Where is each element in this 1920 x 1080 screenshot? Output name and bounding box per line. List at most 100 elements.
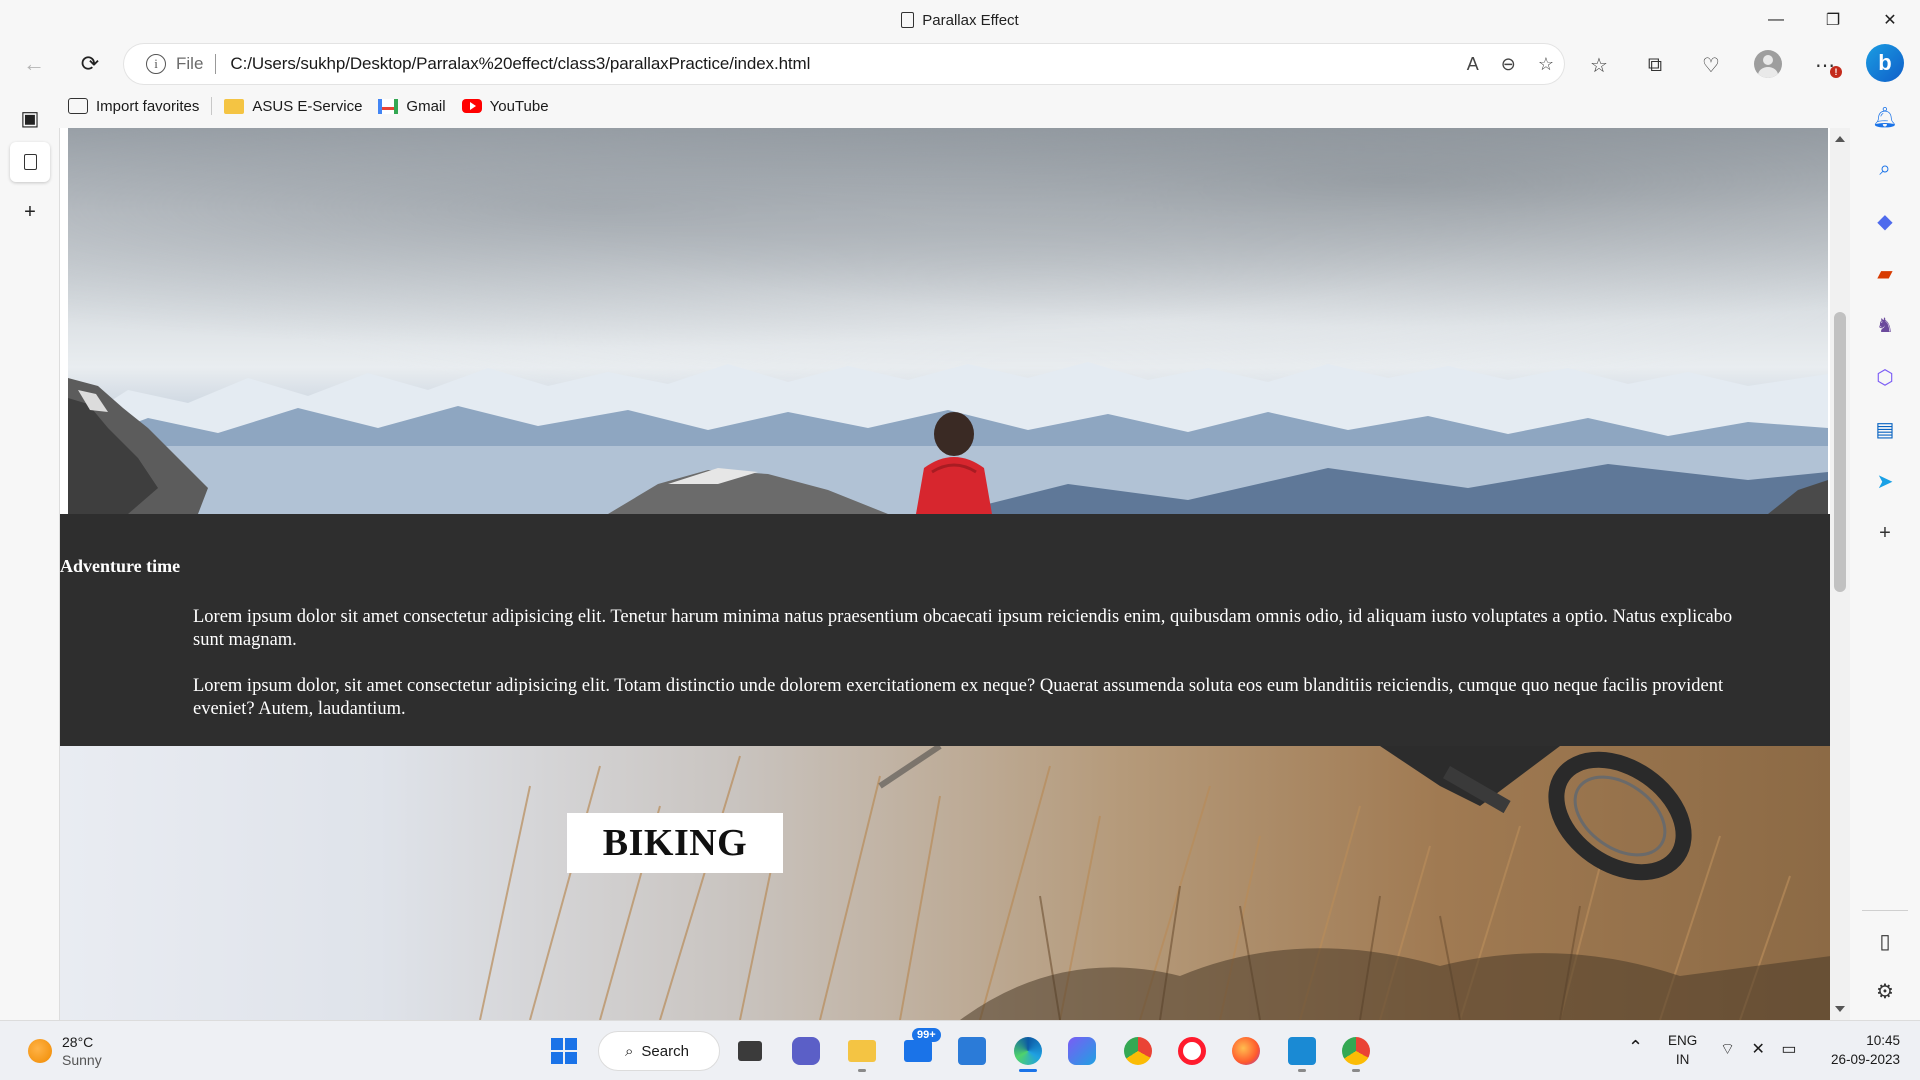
mountain-hero-image (68, 128, 1828, 514)
favorite-label: ASUS E-Service (252, 97, 363, 115)
navigation-bar: ← ⟳ i File C:/Users/sukhp/Desktop/Parral… (0, 40, 1920, 88)
adventure-section: Adventure time Lorem ipsum dolor sit ame… (60, 514, 1831, 746)
language-region: IN (1675, 1052, 1690, 1067)
title-bar: Parallax Effect — ❐ ✕ (0, 0, 1920, 40)
running-indicator (1352, 1069, 1360, 1072)
tab-parallax-effect[interactable] (10, 142, 50, 182)
new-tab-icon[interactable]: + (10, 192, 50, 232)
clock-time: 10:45 (1866, 1033, 1900, 1048)
url-text[interactable]: C:/Users/sukhp/Desktop/Parralax%20effect… (230, 54, 810, 74)
profile-avatar[interactable] (1754, 50, 1782, 78)
favorite-asus[interactable]: ASUS E-Service (216, 92, 370, 120)
language-code: ENG (1668, 1033, 1698, 1048)
gmail-icon (378, 98, 399, 114)
network-volume-battery-icons[interactable]: ⌔ ✕ ▭ (1720, 1039, 1802, 1059)
biking-hero-image: BIKING (60, 746, 1831, 1020)
taskbar-search[interactable]: ⌕ Search (598, 1031, 720, 1071)
sun-icon (28, 1039, 52, 1063)
microsoft-365-icon[interactable]: ⬡ (1870, 362, 1900, 392)
folder-icon (224, 98, 245, 114)
show-hidden-icons-chevron-icon[interactable]: ⌃ (1628, 1037, 1643, 1058)
favorites-bar: Import favorites ASUS E-Service Gmail Yo… (60, 92, 557, 120)
favorite-import[interactable]: Import favorites (60, 92, 207, 120)
sidebar-divider (1862, 910, 1908, 911)
task-view-icon[interactable] (730, 1031, 770, 1071)
address-bar[interactable]: i File C:/Users/sukhp/Desktop/Parralax%2… (124, 44, 1564, 84)
file-scheme-label: File (176, 54, 204, 73)
copilot-taskbar-icon[interactable] (1062, 1031, 1102, 1071)
chrome-icon[interactable] (1118, 1031, 1158, 1071)
microsoft-store-icon[interactable] (952, 1031, 992, 1071)
window-title-text: Parallax Effect (922, 11, 1019, 29)
chrome-profile-icon[interactable] (1336, 1031, 1376, 1071)
weather-temp: 28°C (62, 1034, 94, 1050)
windows-taskbar: 28°C Sunny ⌕ Search ⌃ ⌔ ✕ ▭ (0, 1020, 1920, 1080)
favorite-label: YouTube (489, 97, 549, 115)
weather-widget[interactable]: 28°C Sunny (28, 1033, 102, 1069)
page-icon (901, 12, 915, 28)
search-icon: ⌕ (625, 1042, 634, 1060)
opera-icon[interactable] (1172, 1031, 1212, 1071)
edge-sidebar: 🔔︎ ⌕ ◆ ▰ ♞ ⬡ ▤ ➤ + ▯ ⚙ (1850, 92, 1920, 1020)
mountain-scene (68, 362, 1828, 514)
favorites-icon[interactable]: ☆ (1584, 50, 1614, 80)
search-icon[interactable]: ⌕ (1870, 154, 1900, 184)
taskbar-search-label: Search (641, 1042, 689, 1060)
favorite-label: Gmail (406, 97, 446, 115)
restore-button[interactable]: ❐ (1805, 0, 1861, 40)
favorite-gmail[interactable]: Gmail (370, 92, 453, 120)
teams-chat-icon[interactable] (786, 1031, 826, 1071)
biking-title: BIKING (567, 813, 783, 873)
clock-date: 26-09-2023 (1830, 1052, 1900, 1067)
mail-unread-badge: 99+ (912, 1028, 941, 1042)
outlook-icon[interactable]: ▤ (1870, 414, 1900, 444)
youtube-icon (461, 99, 482, 113)
firefox-icon[interactable] (1226, 1031, 1266, 1071)
start-button[interactable] (544, 1031, 584, 1071)
page-scrollbar[interactable] (1830, 128, 1850, 1020)
vscode-icon[interactable] (1282, 1031, 1322, 1071)
tools-icon[interactable]: ▰ (1870, 258, 1900, 288)
back-button[interactable]: ← (16, 46, 52, 82)
import-icon (68, 98, 88, 114)
site-info-icon[interactable]: i (146, 54, 166, 74)
scroll-down-arrow-icon[interactable] (1835, 1006, 1845, 1012)
page-viewport: Adventure time Lorem ipsum dolor sit ame… (59, 128, 1850, 1020)
vertical-tab-strip: ▣ + (0, 98, 58, 1020)
adventure-paragraph-2: Lorem ipsum dolor, sit amet consectetur … (193, 676, 1724, 719)
edge-taskbar-icon[interactable] (1008, 1031, 1048, 1071)
collections-icon[interactable]: ⧉ (1640, 50, 1670, 80)
settings-gear-icon[interactable]: ⚙ (1870, 976, 1900, 1006)
favorite-label: Import favorites (96, 97, 200, 115)
refresh-button[interactable]: ⟳ (72, 46, 108, 82)
address-actions: A ⊖ ☆ (1467, 44, 1554, 84)
scroll-up-arrow-icon[interactable] (1835, 136, 1845, 142)
adventure-heading: Adventure time (60, 556, 181, 576)
scrollbar-thumb[interactable] (1834, 312, 1846, 592)
address-separator (215, 54, 217, 74)
hide-sidebar-icon[interactable]: ▯ (1870, 926, 1900, 956)
system-clock[interactable]: 10:45 26-09-2023 (1816, 1031, 1900, 1069)
favorite-youtube[interactable]: YouTube (454, 92, 557, 120)
shopping-tag-icon[interactable]: ◆ (1870, 206, 1900, 236)
input-language[interactable]: ENG IN (1668, 1031, 1697, 1069)
favorites-separator (211, 97, 213, 115)
bing-copilot-icon[interactable]: b (1866, 44, 1904, 82)
browser-essentials-icon[interactable]: ♡ (1696, 50, 1726, 80)
tab-actions-icon[interactable]: ▣ (10, 98, 50, 138)
add-sidebar-app-icon[interactable]: + (1870, 518, 1900, 548)
weather-condition: Sunny (62, 1052, 102, 1068)
add-favorite-icon[interactable]: ☆ (1538, 54, 1554, 75)
zoom-out-icon[interactable]: ⊖ (1501, 54, 1516, 75)
page-icon (23, 154, 37, 170)
running-indicator-active (1019, 1069, 1037, 1072)
window-title: Parallax Effect (0, 0, 1920, 40)
file-explorer-icon[interactable] (842, 1031, 882, 1071)
bell-icon[interactable]: 🔔︎ (1870, 102, 1900, 132)
running-indicator (1298, 1069, 1306, 1072)
read-aloud-icon[interactable]: A (1467, 54, 1479, 75)
drop-icon[interactable]: ➤ (1870, 466, 1900, 496)
minimize-button[interactable]: — (1748, 0, 1804, 40)
close-button[interactable]: ✕ (1862, 0, 1918, 40)
games-icon[interactable]: ♞ (1870, 310, 1900, 340)
